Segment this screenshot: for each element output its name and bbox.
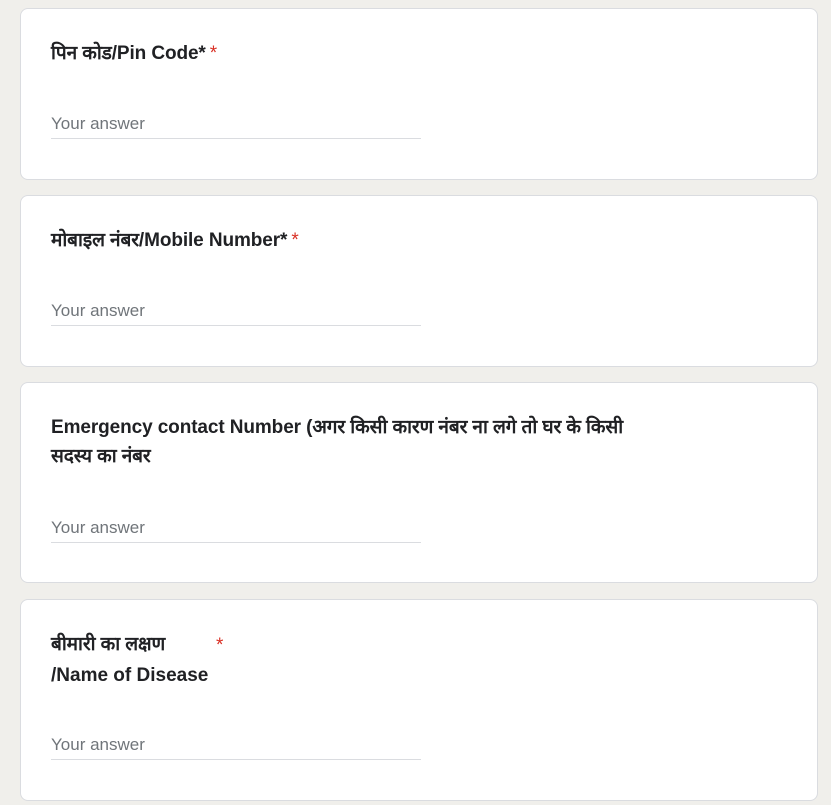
question-title: पिन कोड/Pin Code* * bbox=[51, 39, 217, 68]
required-asterisk: * bbox=[209, 43, 218, 64]
required-asterisk: * bbox=[291, 230, 299, 251]
pin-code-input[interactable] bbox=[51, 109, 421, 139]
question-title-english: /Name of Disease bbox=[51, 665, 209, 686]
question-title-text: Emergency contact Number (अगर किसी कारण … bbox=[51, 417, 624, 467]
question-title: Emergency contact Number (अगर किसी कारण … bbox=[51, 413, 651, 471]
emergency-contact-input[interactable] bbox=[51, 513, 421, 543]
mobile-number-input[interactable] bbox=[51, 296, 421, 326]
question-card-mobile-number: मोबाइल नंबर/Mobile Number* * bbox=[20, 195, 818, 367]
question-title-text: बीमारी का लक्षण bbox=[51, 634, 166, 655]
question-card-disease: बीमारी का लक्षण * /Name of Disease bbox=[20, 599, 818, 801]
question-card-pin-code: पिन कोड/Pin Code* * bbox=[20, 8, 818, 180]
required-asterisk: * bbox=[216, 635, 224, 656]
disease-input[interactable] bbox=[51, 730, 421, 760]
question-title: बीमारी का लक्षण bbox=[51, 630, 165, 659]
question-title-text: मोबाइल नंबर/Mobile Number* bbox=[51, 230, 288, 251]
question-title: मोबाइल नंबर/Mobile Number* * bbox=[51, 226, 299, 255]
question-title-text: पिन कोड/Pin Code* bbox=[51, 43, 206, 64]
question-card-emergency-contact: Emergency contact Number (अगर किसी कारण … bbox=[20, 382, 818, 583]
